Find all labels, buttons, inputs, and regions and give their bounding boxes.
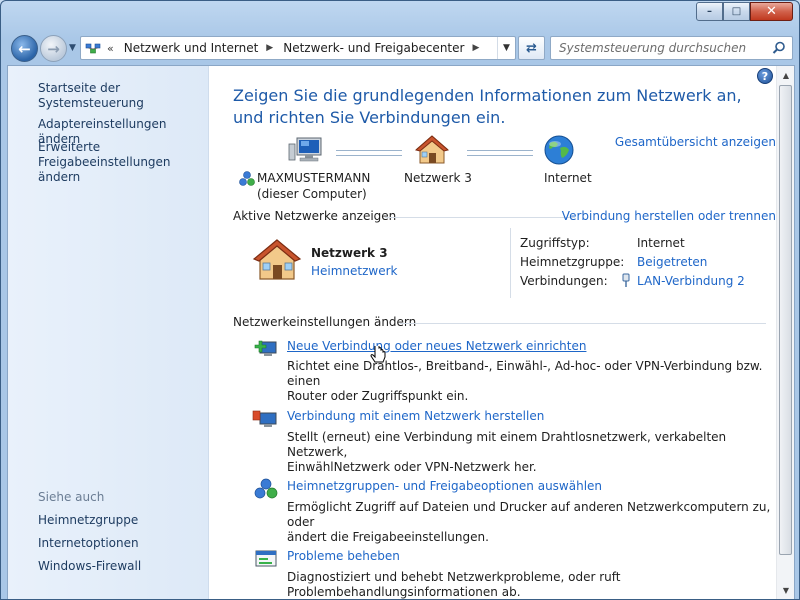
- connection-line: [336, 150, 402, 156]
- scroll-down-button[interactable]: ▼: [778, 582, 794, 599]
- sidebar-link-home[interactable]: Startseite der Systemsteuerung: [38, 81, 208, 111]
- connect-disconnect-link[interactable]: Verbindung herstellen oder trennen: [562, 209, 776, 223]
- task-pane: Startseite der Systemsteuerung Adapterei…: [8, 66, 209, 599]
- vertical-scrollbar[interactable]: ▲ ▼: [776, 66, 794, 599]
- window-controls: – □ ✕: [696, 2, 793, 21]
- search-placeholder: Systemsteuerung durchsuchen: [559, 41, 747, 55]
- breadcrumb-sharing-center[interactable]: Netzwerk- und Freigabecenter ▶: [283, 41, 479, 55]
- chevron-up-icon: ▲: [782, 71, 790, 80]
- homegroup-options-icon: [254, 478, 278, 503]
- network-type-link[interactable]: Heimnetzwerk: [311, 264, 398, 278]
- arrow-left-icon: ←: [18, 39, 31, 58]
- connect-network-icon: [252, 408, 278, 433]
- connections-label: Verbindungen:: [520, 274, 608, 288]
- new-connection-link[interactable]: Neue Verbindung oder neues Netzwerk einr…: [287, 339, 586, 353]
- chevron-down-icon: ▼: [782, 586, 790, 595]
- home-network-large-icon: [252, 237, 302, 286]
- maximize-icon: □: [731, 6, 742, 17]
- full-map-link[interactable]: Gesamtübersicht anzeigen: [615, 135, 776, 149]
- access-type-value: Internet: [637, 236, 685, 250]
- troubleshoot-link[interactable]: Probleme beheben: [287, 549, 400, 563]
- navigation-bar: ← → ▼ « Netzwerk und Internet ▶ Netzwerk…: [1, 33, 799, 65]
- address-bar[interactable]: « Netzwerk und Internet ▶ Netzwerk- und …: [80, 36, 516, 60]
- desc-line: Problembehandlungsinformationen ab.: [287, 585, 521, 599]
- troubleshoot-icon: [254, 548, 278, 573]
- new-connection-icon: [252, 337, 278, 362]
- sidebar-link-homegroup[interactable]: Heimnetzgruppe: [38, 513, 138, 528]
- search-input[interactable]: Systemsteuerung durchsuchen: [550, 36, 793, 60]
- access-type-label: Zugriffstyp:: [520, 236, 590, 250]
- scroll-thumb[interactable]: [779, 85, 792, 555]
- scroll-up-button[interactable]: ▲: [778, 67, 794, 84]
- help-icon[interactable]: ?: [757, 68, 773, 84]
- sidebar-link-line: Freigabeeinstellungen ändern: [38, 155, 171, 184]
- vertical-divider: [510, 228, 511, 298]
- hand-cursor-icon: [370, 342, 386, 369]
- sidebar-link-advanced-sharing[interactable]: Erweiterte Freigabeeinstellungen ändern: [38, 140, 208, 185]
- refresh-button[interactable]: ⇄: [518, 36, 545, 60]
- chevron-right-icon[interactable]: ▶: [472, 43, 479, 53]
- home-network-icon[interactable]: [414, 134, 450, 169]
- network-map-label: Netzwerk 3: [404, 171, 472, 185]
- breadcrumb-overflow[interactable]: «: [107, 42, 114, 55]
- page-title: Zeigen Sie die grundlegenden Information…: [233, 86, 742, 127]
- breadcrumb-label: Netzwerk und Internet: [123, 41, 259, 55]
- desc-line: Router oder Zugriffspunkt ein.: [287, 389, 469, 403]
- homegroup-label: Heimnetzgruppe:: [520, 255, 625, 269]
- ethernet-plug-icon: [621, 273, 631, 291]
- connect-network-desc: Stellt (erneut) eine Verbindung mit eine…: [287, 430, 776, 475]
- desc-line: ändert die Freigabeeinstellungen.: [287, 530, 489, 544]
- connect-network-link[interactable]: Verbindung mit einem Netzwerk herstellen: [287, 409, 544, 423]
- homegroup-options-link[interactable]: Heimnetzgruppen- und Freigabeoptionen au…: [287, 479, 602, 493]
- desc-line: Diagnostiziert und behebt Netzwerkproble…: [287, 570, 621, 584]
- content-area: Startseite der Systemsteuerung Adapterei…: [7, 65, 795, 599]
- section-divider: [400, 323, 766, 324]
- active-networks-heading: Aktive Netzwerke anzeigen: [233, 209, 397, 223]
- desc-line: Richtet eine Drahtlos-, Breitband-, Einw…: [287, 359, 763, 388]
- computer-icon: [288, 136, 324, 169]
- homegroup-joined-link[interactable]: Beigetreten: [637, 255, 707, 269]
- address-history-dropdown[interactable]: ▼: [497, 37, 515, 59]
- sidebar-link-windows-firewall[interactable]: Windows-Firewall: [38, 559, 141, 574]
- back-button[interactable]: ←: [11, 35, 38, 62]
- forward-button[interactable]: →: [40, 35, 67, 62]
- breadcrumb-network-internet[interactable]: Netzwerk und Internet ▶: [124, 41, 273, 55]
- globe-icon[interactable]: [543, 134, 575, 169]
- title-bar: – □ ✕: [1, 1, 799, 33]
- active-network-name: Netzwerk 3: [311, 246, 388, 260]
- chevron-right-icon[interactable]: ▶: [266, 43, 273, 53]
- search-icon[interactable]: [772, 41, 786, 55]
- close-icon: ✕: [766, 4, 777, 19]
- desc-line: Ermöglicht Zugriff auf Dateien und Druck…: [287, 500, 771, 529]
- maximize-button[interactable]: □: [723, 2, 750, 21]
- sidebar-link-line: Erweiterte: [38, 140, 101, 154]
- section-divider: [385, 217, 575, 218]
- network-computer-small-icon: [239, 171, 255, 190]
- control-panel-window: – □ ✕ ← → ▼ « Netzwerk und Internet ▶ Ne…: [0, 0, 800, 600]
- internet-map-label: Internet: [544, 171, 592, 185]
- chevron-down-icon: ▼: [503, 43, 510, 53]
- connection-line: [467, 150, 533, 156]
- new-connection-desc: Richtet eine Drahtlos-, Breitband-, Einw…: [287, 359, 776, 404]
- change-settings-heading: Netzwerkeinstellungen ändern: [233, 315, 417, 329]
- close-button[interactable]: ✕: [750, 2, 793, 21]
- computer-name: MAXMUSTERMANN: [257, 171, 371, 185]
- desc-line: Stellt (erneut) eine Verbindung mit eine…: [287, 430, 727, 459]
- desc-line: EinwählNetzwerk oder VPN-Netzwerk her.: [287, 460, 537, 474]
- lan-connection-link[interactable]: LAN-Verbindung 2: [637, 274, 745, 288]
- minimize-icon: –: [707, 6, 712, 17]
- main-panel: ? Zeigen Sie die grundlegenden Informati…: [210, 66, 776, 599]
- minimize-button[interactable]: –: [696, 2, 723, 21]
- breadcrumb-label: Netzwerk- und Freigabecenter: [283, 41, 465, 55]
- troubleshoot-desc: Diagnostiziert und behebt Netzwerkproble…: [287, 570, 621, 599]
- network-folder-icon: [85, 41, 101, 55]
- computer-subtitle: (dieser Computer): [257, 187, 367, 201]
- recent-pages-dropdown[interactable]: ▼: [69, 43, 76, 53]
- see-also-heading: Siehe auch: [38, 490, 105, 504]
- sidebar-link-internet-options[interactable]: Internetoptionen: [38, 536, 139, 551]
- refresh-icon: ⇄: [526, 40, 537, 56]
- arrow-right-icon: →: [47, 39, 60, 58]
- homegroup-options-desc: Ermöglicht Zugriff auf Dateien und Druck…: [287, 500, 776, 545]
